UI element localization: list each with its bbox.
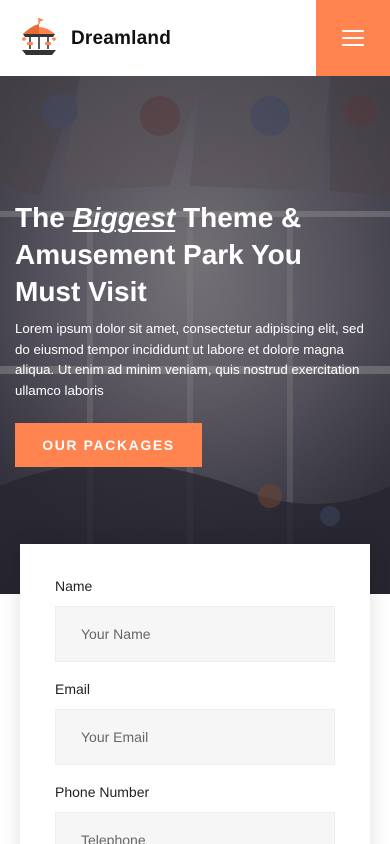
name-label: Name	[55, 578, 93, 594]
hero-title-accent: Biggest	[73, 199, 176, 236]
name-input[interactable]	[56, 607, 334, 661]
carousel-icon	[22, 18, 56, 55]
logo[interactable]: Dreamland	[19, 16, 171, 58]
hamburger-menu-icon	[342, 30, 364, 32]
email-label: Email	[55, 681, 91, 697]
phone-input[interactable]	[56, 813, 334, 844]
email-field[interactable]	[55, 709, 335, 765]
hamburger-menu-button[interactable]	[316, 0, 390, 76]
email-input[interactable]	[56, 710, 334, 764]
booking-form: Name Email Phone Number	[20, 544, 370, 844]
phone-field[interactable]	[55, 812, 335, 844]
hero-title: The Biggest Theme & Amusement Park You M…	[15, 199, 375, 310]
phone-label: Phone Number	[55, 784, 150, 800]
site-header: Dreamland	[0, 0, 390, 76]
hero-section: The Biggest Theme & Amusement Park You M…	[0, 76, 390, 594]
name-field[interactable]	[55, 606, 335, 662]
hero-description: Lorem ipsum dolor sit amet, consectetur …	[15, 321, 364, 398]
our-packages-button[interactable]: OUR PACKAGES	[15, 423, 202, 467]
brand-name: Dreamland	[71, 28, 172, 49]
